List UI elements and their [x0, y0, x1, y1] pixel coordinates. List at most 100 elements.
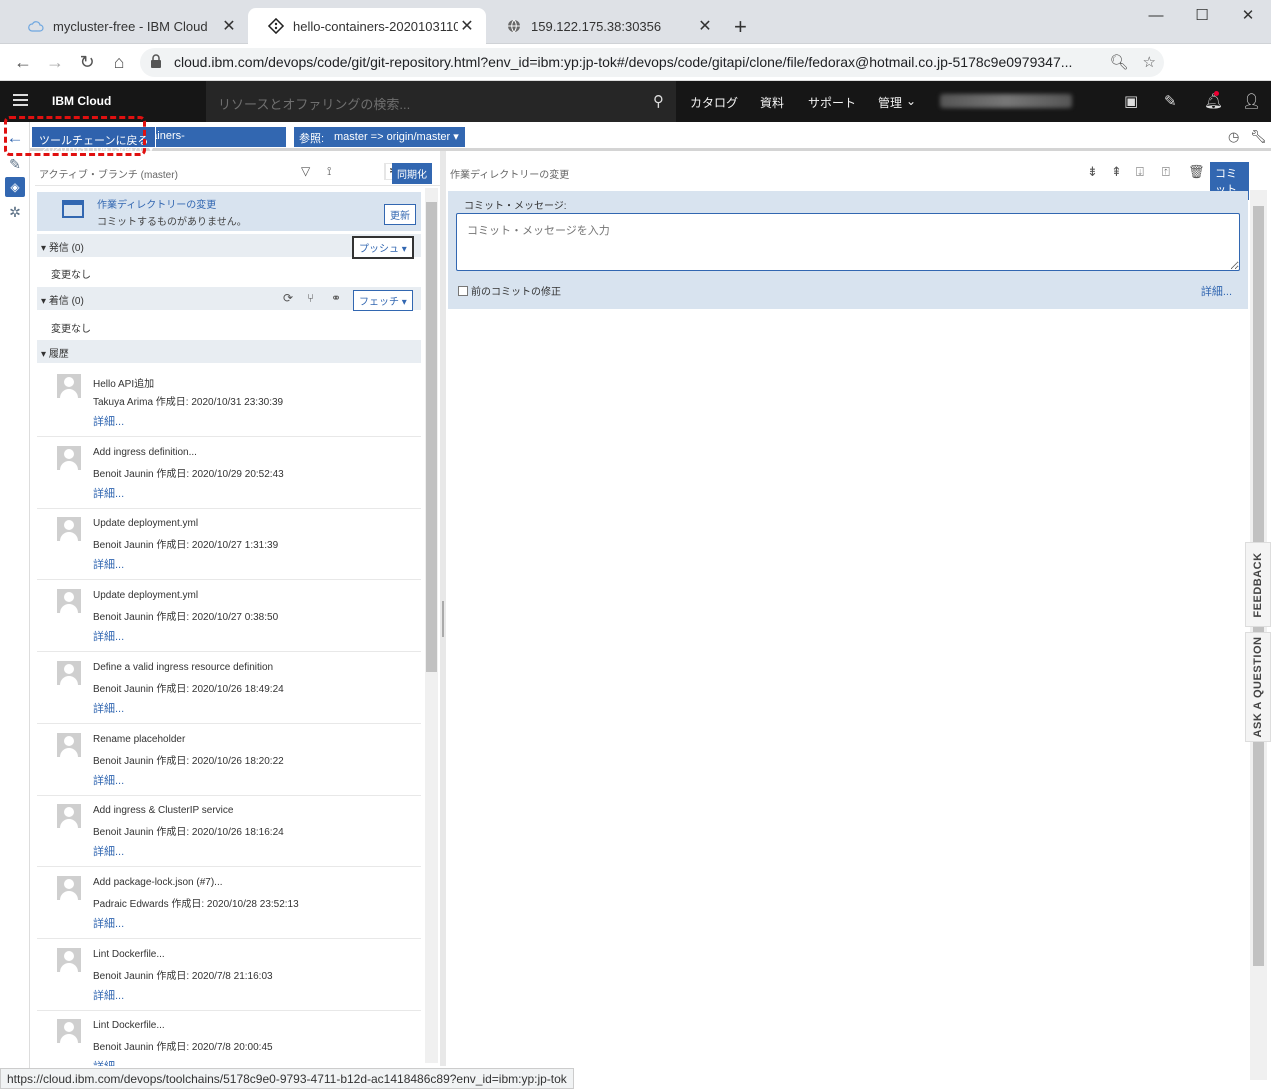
commit-row[interactable]: Hello API追加 Takuya Arima 作成日: 2020/10/31 … [37, 366, 421, 437]
commit-details-link[interactable]: 詳細... [93, 987, 124, 1003]
nav-catalog[interactable]: カタログ [690, 94, 738, 111]
user-avatar-icon [57, 733, 81, 757]
reload-icon[interactable]: ↻ [76, 51, 98, 73]
commit-message[interactable]: Lint Dockerfile... [93, 1020, 165, 1031]
amend-checkbox[interactable] [458, 285, 468, 296]
working-directory-item[interactable]: 作業ディレクトリーの変更 コミットするものがありません。 更新 [37, 192, 421, 231]
merge-icon[interactable]: ⑂ [307, 291, 314, 305]
filter-icon[interactable]: ▽ [301, 164, 310, 178]
commit-details-link[interactable]: 詳細... [93, 843, 124, 859]
zoom-search-icon[interactable]: 🔍︎ [1110, 53, 1129, 71]
star-icon[interactable]: ☆ [1143, 53, 1156, 71]
browser-tab-2[interactable]: hello-containers-20201031104138476 ✕ [248, 8, 486, 44]
amend-checkbox-row[interactable]: 前のコミットの修正 [458, 283, 561, 298]
commit-details-link[interactable]: 詳細... [93, 413, 124, 429]
fetch-button[interactable]: フェッチ ▾ [353, 290, 413, 311]
ref-dropdown[interactable]: master => origin/master ▾ [328, 127, 465, 147]
commit-message-input[interactable] [456, 213, 1240, 271]
outgoing-section-header[interactable]: ▾ 発信 (0) プッシュ ▾ [37, 234, 421, 259]
commit-node-icon[interactable]: ⟟ [327, 164, 331, 179]
active-branch-title: アクティブ・ブランチ (master) [39, 170, 178, 181]
commit-details-link[interactable]: 詳細... [93, 915, 124, 931]
refresh-button[interactable]: 更新 [384, 204, 416, 225]
scrollbar-thumb[interactable] [426, 202, 437, 672]
collapse-all-icon[interactable]: ⇟ [1087, 164, 1098, 180]
pencil-icon[interactable]: ✎ [5, 154, 25, 174]
commit-message[interactable]: Define a valid ingress resource definiti… [93, 662, 273, 673]
commit-row[interactable]: Add package-lock.json (#7)... Padraic Edw… [37, 868, 421, 939]
history-clock-icon[interactable]: ◷ [1228, 129, 1239, 145]
commit-row[interactable]: Add ingress & ClusterIP service Benoit Ja… [37, 796, 421, 867]
commit-row[interactable]: Add ingress definition... Benoit Jaunin 作… [37, 438, 421, 509]
feedback-tab[interactable]: FEEDBACK [1245, 542, 1271, 627]
close-icon[interactable]: ✕ [458, 16, 476, 36]
commit-message[interactable]: Add package-lock.json (#7)... [93, 877, 223, 888]
stage-icon[interactable]: ⍗ [1136, 164, 1144, 180]
commit-message[interactable]: Update deployment.yml [93, 590, 198, 601]
commit-details-link[interactable]: 詳細... [93, 772, 124, 788]
left-scrollbar[interactable] [425, 188, 438, 1063]
commit-row[interactable]: Update deployment.yml Benoit Jaunin 作成日: … [37, 581, 421, 652]
incoming-section-header[interactable]: ▾ 着信 (0) ⟳ ⑂ ⚭ フェッチ ▾ [37, 287, 421, 311]
nav-manage[interactable]: 管理 [878, 94, 902, 111]
commit-message[interactable]: Rename placeholder [93, 734, 185, 745]
nav-support[interactable]: サポート [808, 94, 856, 111]
close-window-icon[interactable]: ✕ [1225, 0, 1271, 32]
commit-details-link[interactable]: 詳細... [93, 485, 124, 501]
edit-icon[interactable]: ✎ [1164, 92, 1177, 110]
commit-details-link[interactable]: 詳細... [93, 628, 124, 644]
browser-tab-1[interactable]: mycluster-free - IBM Cloud ✕ [8, 8, 248, 44]
commit-row[interactable]: Update deployment.yml Benoit Jaunin 作成日: … [37, 509, 421, 580]
back-arrow-icon[interactable]: ← [12, 51, 34, 73]
commit-message[interactable]: Hello API追加 [93, 375, 154, 390]
unstage-icon[interactable]: ⍐ [1162, 164, 1170, 180]
push-button[interactable]: プッシュ ▾ [352, 236, 414, 259]
user-avatar-icon [57, 804, 81, 828]
account-switcher-blurred[interactable] [940, 94, 1072, 108]
working-directory-title[interactable]: 作業ディレクトリーの変更 [97, 196, 216, 211]
user-icon[interactable]: 👤︎ [1242, 92, 1261, 110]
close-icon[interactable]: ✕ [696, 16, 714, 36]
commit-row[interactable]: Lint Dockerfile... Benoit Jaunin 作成日: 202… [37, 940, 421, 1011]
commit-details-link[interactable]: 詳細... [93, 1058, 124, 1066]
details-link[interactable]: 詳細... [1201, 283, 1232, 299]
nav-docs[interactable]: 資料 [760, 94, 784, 111]
close-icon[interactable]: ✕ [220, 16, 238, 36]
maximize-icon[interactable]: ☐ [1179, 0, 1225, 32]
new-tab-button[interactable]: + [734, 14, 747, 40]
commit-author-date: Benoit Jaunin 作成日: 2020/10/26 18:20:22 [93, 756, 284, 767]
history-section-header[interactable]: ▾ 履歴 [37, 340, 421, 363]
commit-row[interactable]: Lint Dockerfile... Benoit Jaunin 作成日: 202… [37, 1011, 421, 1066]
commit-message[interactable]: Add ingress & ClusterIP service [93, 805, 233, 816]
expand-all-icon[interactable]: ⇞ [1111, 164, 1122, 180]
minimize-icon[interactable]: — [1133, 0, 1179, 32]
hamburger-menu-icon[interactable] [13, 94, 28, 106]
commit-row[interactable]: Rename placeholder Benoit Jaunin 作成日: 202… [37, 725, 421, 796]
outgoing-empty-text: 変更なし [51, 270, 91, 281]
rebase-icon[interactable]: ⚭ [331, 291, 341, 305]
brand-logo[interactable]: IBM Cloud [52, 94, 111, 108]
global-search[interactable]: リソースとオファリングの検索... ⚲ [206, 81, 676, 122]
commit-message[interactable]: Lint Dockerfile... [93, 949, 165, 960]
git-icon[interactable]: ◈ [5, 177, 25, 197]
commit-author-date: Benoit Jaunin 作成日: 2020/10/26 18:16:24 [93, 827, 284, 838]
commit-row[interactable]: Define a valid ingress resource definiti… [37, 653, 421, 724]
wrench-icon[interactable]: 🔧︎ [1250, 129, 1267, 145]
fetch-refresh-icon[interactable]: ⟳ [283, 291, 293, 305]
ask-a-question-tab[interactable]: ASK A QUESTION [1245, 632, 1271, 742]
trash-icon[interactable]: 🗑︎ [1188, 164, 1205, 180]
sync-button[interactable]: 同期化 [392, 163, 432, 184]
settings-gear-icon[interactable]: ✲ [5, 202, 25, 222]
commit-author-date: Benoit Jaunin 作成日: 2020/10/27 1:31:39 [93, 540, 279, 551]
forward-arrow-icon[interactable]: → [44, 51, 66, 73]
commit-message[interactable]: Update deployment.yml [93, 518, 198, 529]
commit-message[interactable]: Add ingress definition... [93, 447, 197, 458]
cost-estimator-icon[interactable]: ▣ [1124, 92, 1138, 110]
browser-tab-3[interactable]: 159.122.175.38:30356 ✕ [486, 8, 724, 44]
address-bar[interactable]: cloud.ibm.com/devops/code/git/git-reposi… [140, 48, 1164, 77]
commit-message-label: コミット・メッセージ: [464, 201, 567, 212]
commit-details-link[interactable]: 詳細... [93, 700, 124, 716]
home-icon[interactable]: ⌂ [108, 51, 130, 73]
search-icon[interactable]: ⚲ [653, 92, 664, 110]
commit-details-link[interactable]: 詳細... [93, 556, 124, 572]
